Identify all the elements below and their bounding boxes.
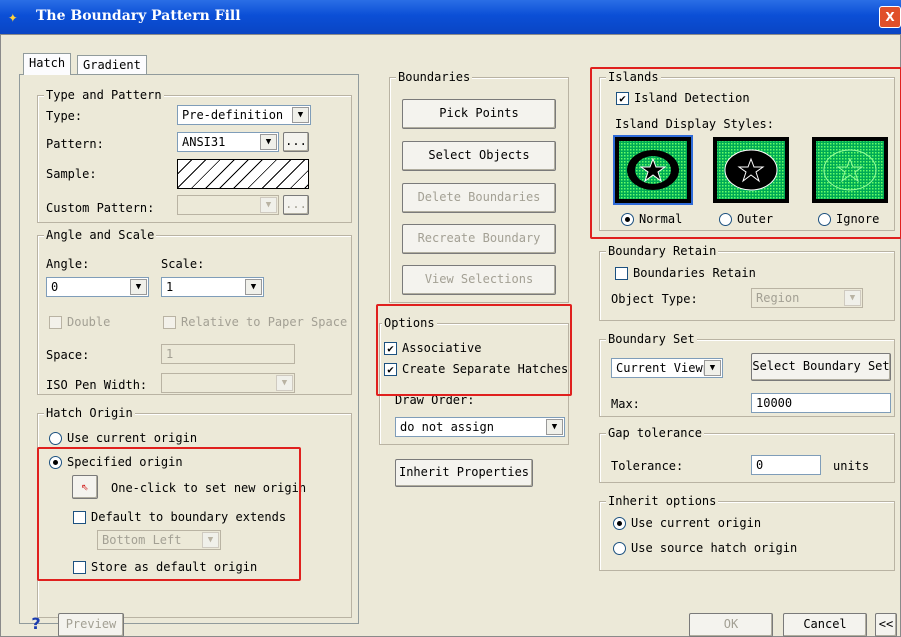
boundary-set-title: Boundary Set xyxy=(606,332,697,346)
custom-browse-button: ... xyxy=(283,195,309,215)
app-icon: ✦ xyxy=(8,7,18,26)
units-label: units xyxy=(833,459,870,473)
dialog-body: Hatch Gradient Type and Pattern Type: Pr… xyxy=(0,34,901,637)
sample-label: Sample: xyxy=(46,167,97,181)
tolerance-value: 0 xyxy=(756,458,764,472)
chevron-down-icon: ▼ xyxy=(245,279,262,295)
space-input: 1 xyxy=(161,344,295,364)
scale-label: Scale: xyxy=(161,257,205,271)
chevron-down-icon: ▼ xyxy=(546,419,563,435)
help-icon[interactable]: ? xyxy=(25,614,47,636)
chevron-down-icon: ▼ xyxy=(292,107,309,123)
title-bar: ✦ The Boundary Pattern Fill X xyxy=(0,0,901,34)
boundary-retain-title: Boundary Retain xyxy=(606,244,719,258)
inherit-options-title: Inherit options xyxy=(606,494,719,508)
angle-scale-title: Angle and Scale xyxy=(44,228,157,242)
relative-checkbox xyxy=(163,316,176,329)
boundaries-retain-checkbox[interactable] xyxy=(615,267,628,280)
type-select[interactable]: Pre-definition ▼ xyxy=(177,105,311,125)
highlight-origin xyxy=(37,447,301,581)
chevron-down-icon: ▼ xyxy=(130,279,147,295)
max-input[interactable]: 10000 xyxy=(751,393,891,413)
collapse-button[interactable]: << xyxy=(875,613,897,637)
double-label: Double xyxy=(67,315,111,329)
tab-hatch[interactable]: Hatch xyxy=(23,53,72,75)
object-type-label: Object Type: xyxy=(611,292,698,306)
space-label: Space: xyxy=(46,348,90,362)
inherit-options-group: Inherit options xyxy=(599,494,895,571)
scale-value: 1 xyxy=(166,280,174,294)
use-current-origin-radio[interactable] xyxy=(49,432,62,445)
iso-pen-width-label: ISO Pen Width: xyxy=(46,378,148,392)
pattern-browse-button[interactable]: ... xyxy=(283,132,309,152)
max-value: 10000 xyxy=(756,396,793,410)
object-type-value: Region xyxy=(756,291,800,305)
tab-hatch-label: Hatch xyxy=(29,56,66,70)
boundaries-title: Boundaries xyxy=(396,70,473,84)
angle-value: 0 xyxy=(51,280,59,294)
tab-gradient[interactable]: Gradient xyxy=(77,55,147,74)
draw-order-select[interactable]: do not assign ▼ xyxy=(395,417,565,437)
angle-label: Angle: xyxy=(46,257,90,271)
draw-order-value: do not assign xyxy=(400,420,494,434)
boundaries-retain-label: Boundaries Retain xyxy=(633,266,756,280)
tolerance-input[interactable]: 0 xyxy=(751,455,821,475)
window-title: The Boundary Pattern Fill xyxy=(36,8,241,24)
sample-preview[interactable] xyxy=(177,159,309,189)
scale-select[interactable]: 1 ▼ xyxy=(161,277,264,297)
tolerance-label: Tolerance: xyxy=(611,459,684,473)
inherit-current-origin-label: Use current origin xyxy=(631,516,762,530)
object-type-select: Region ▼ xyxy=(751,288,863,308)
pattern-select[interactable]: ANSI31 ▼ xyxy=(177,132,279,152)
chevron-down-icon: ▼ xyxy=(844,290,861,306)
pattern-label: Pattern: xyxy=(46,137,104,151)
boundary-retain-group: Boundary Retain xyxy=(599,244,895,321)
custom-pattern-select: ▼ xyxy=(177,195,279,215)
pattern-value: ANSI31 xyxy=(182,135,226,149)
inherit-source-origin-radio[interactable] xyxy=(613,542,626,555)
type-pattern-title: Type and Pattern xyxy=(44,88,164,102)
chevron-down-icon: ▼ xyxy=(704,360,721,376)
close-button[interactable]: X xyxy=(879,6,901,28)
select-objects-button[interactable]: Select Objects xyxy=(402,141,556,171)
boundary-set-select[interactable]: Current Viewp ▼ xyxy=(611,358,723,378)
chevron-down-icon: ▼ xyxy=(276,375,293,391)
type-value: Pre-definition xyxy=(182,108,284,122)
type-label: Type: xyxy=(46,109,83,123)
highlight-islands xyxy=(590,67,901,239)
relative-label: Relative to Paper Space xyxy=(181,315,348,329)
tab-gradient-label: Gradient xyxy=(83,58,141,72)
ok-button: OK xyxy=(689,613,773,637)
space-value: 1 xyxy=(166,347,174,361)
view-selections-button: View Selections xyxy=(402,265,556,295)
max-label: Max: xyxy=(611,397,640,411)
use-current-origin-label: Use current origin xyxy=(67,431,198,445)
angle-select[interactable]: 0 ▼ xyxy=(46,277,149,297)
gap-tolerance-title: Gap tolerance xyxy=(606,426,704,440)
delete-boundaries-button: Delete Boundaries xyxy=(402,183,556,213)
boundary-set-value: Current Viewp xyxy=(616,361,710,375)
inherit-current-origin-radio[interactable] xyxy=(613,517,626,530)
gap-tolerance-group: Gap tolerance xyxy=(599,426,895,483)
cancel-button[interactable]: Cancel xyxy=(783,613,867,637)
inherit-source-origin-label: Use source hatch origin xyxy=(631,541,798,555)
double-checkbox xyxy=(49,316,62,329)
custom-pattern-label: Custom Pattern: xyxy=(46,201,155,215)
preview-button: Preview xyxy=(58,613,124,637)
recreate-boundary-button: Recreate Boundary xyxy=(402,224,556,254)
select-boundary-set-button[interactable]: Select Boundary Set xyxy=(751,353,891,381)
inherit-properties-button[interactable]: Inherit Properties xyxy=(395,459,533,487)
hatch-origin-title: Hatch Origin xyxy=(44,406,135,420)
chevron-down-icon: ▼ xyxy=(260,134,277,150)
pick-points-button[interactable]: Pick Points xyxy=(402,99,556,129)
chevron-down-icon: ▼ xyxy=(260,197,277,213)
highlight-options xyxy=(376,304,572,396)
iso-pen-width-select: ▼ xyxy=(161,373,295,393)
